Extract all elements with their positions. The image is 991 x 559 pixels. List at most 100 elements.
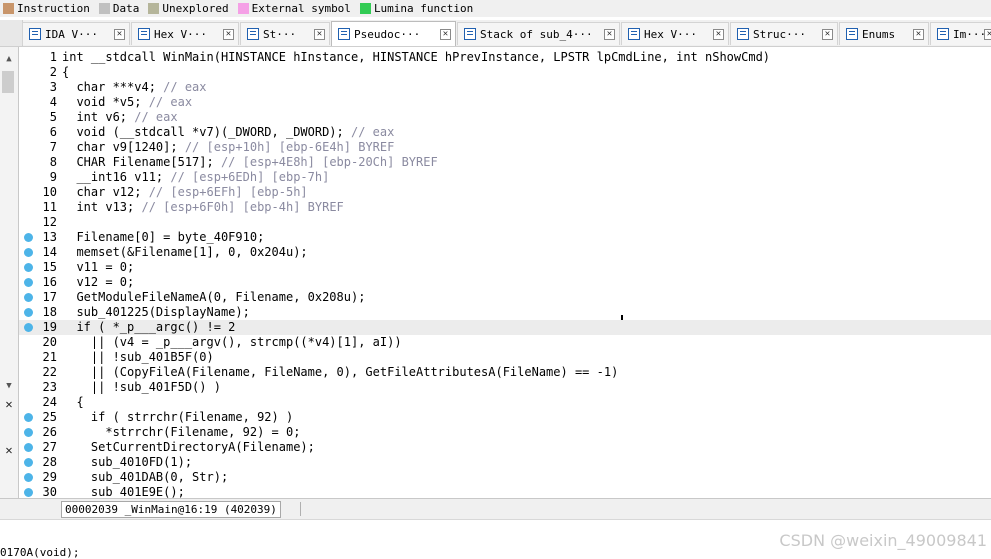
code-line[interactable]: 9 __int16 v11; // [esp+6EDh] [ebp-7h]: [19, 170, 991, 185]
code-text: char v12; // [esp+6EFh] [ebp-5h]: [62, 185, 308, 199]
code-line[interactable]: 18 sub_401225(DisplayName);: [19, 305, 991, 320]
tab-close-icon[interactable]: ✕: [713, 28, 724, 40]
code-line[interactable]: 16 v12 = 0;: [19, 275, 991, 290]
line-number: 10: [42, 185, 57, 199]
code-line[interactable]: 21 || !sub_401B5F(0): [19, 350, 991, 365]
code-line[interactable]: 12: [19, 215, 991, 230]
tab-pseudocode[interactable]: Pseudoc··· ✕: [331, 21, 456, 46]
tab-hex-view[interactable]: Hex V··· ✕: [131, 22, 239, 45]
tab-close-icon[interactable]: ✕: [822, 28, 833, 40]
tab-close-icon[interactable]: ✕: [114, 28, 125, 40]
breakpoint-dot-icon[interactable]: [24, 233, 33, 242]
tab-label: Struc···: [753, 27, 806, 41]
line-number: 30: [42, 485, 57, 498]
code-line[interactable]: 15 v11 = 0;: [19, 260, 991, 275]
tab-stack[interactable]: Stack of sub_4··· ✕: [457, 22, 620, 45]
line-number: 12: [42, 215, 57, 229]
tab-imports[interactable]: Im···✕: [930, 22, 991, 45]
tab-structures[interactable]: Struc··· ✕: [730, 22, 838, 45]
code-text: v11 = 0;: [62, 260, 135, 274]
line-number: 6: [49, 125, 57, 139]
breakpoint-dot-icon[interactable]: [24, 413, 33, 422]
tab-label: Enums: [862, 27, 896, 41]
panel-close-icon[interactable]: ✕: [2, 397, 16, 411]
code-text: || !sub_401B5F(0): [62, 350, 214, 364]
code-line[interactable]: 3 char ***v4; // eax: [19, 80, 991, 95]
line-number: 22: [42, 365, 57, 379]
line-number: 15: [42, 260, 57, 274]
code-text: {: [62, 65, 70, 79]
tab-label: Pseudoc···: [354, 27, 421, 41]
tab-close-icon[interactable]: ✕: [913, 28, 924, 40]
tab-strings[interactable]: St··· ✕: [240, 22, 330, 45]
line-number: 14: [42, 245, 57, 259]
tab-close-icon[interactable]: ✕: [604, 28, 615, 40]
tab-enums[interactable]: Enums ✕: [839, 22, 929, 45]
breakpoint-dot-icon[interactable]: [24, 278, 33, 287]
code-line[interactable]: 30 sub_401E9E();: [19, 485, 991, 498]
code-line[interactable]: 11 int v13; // [esp+6F0h] [ebp-4h] BYREF: [19, 200, 991, 215]
tab-ida-view[interactable]: IDA V··· ✕: [22, 22, 130, 45]
breakpoint-dot-icon[interactable]: [24, 248, 33, 257]
code-text: sub_401225(DisplayName);: [62, 305, 250, 319]
code-line[interactable]: 4 void *v5; // eax: [19, 95, 991, 110]
code-text: GetModuleFileNameA(0, Filename, 0x208u);: [62, 290, 366, 304]
code-line[interactable]: 17 GetModuleFileNameA(0, Filename, 0x208…: [19, 290, 991, 305]
scroll-up-arrow-icon[interactable]: ▲: [3, 53, 15, 65]
code-line[interactable]: 29 sub_401DAB(0, Str);: [19, 470, 991, 485]
breakpoint-dot-icon[interactable]: [24, 443, 33, 452]
code-line[interactable]: 5 int v6; // eax: [19, 110, 991, 125]
output-text: 0170A(void);: [0, 546, 80, 559]
code-text: || (v4 = _p___argv(), strcmp((*v4)[1], a…: [62, 335, 402, 349]
code-line[interactable]: 8 CHAR Filename[517]; // [esp+4E8h] [ebp…: [19, 155, 991, 170]
tab-close-icon[interactable]: ✕: [314, 28, 325, 40]
tab-bar: IDA V··· ✕ Hex V··· ✕ St··· ✕ Pseudoc··· ✕ Stack…: [0, 20, 991, 47]
breakpoint-dot-icon[interactable]: [24, 488, 33, 497]
pseudocode-editor[interactable]: 1 int __stdcall WinMain(HINSTANCE hInstan…: [19, 47, 991, 498]
code-text: char v9[1240]; // [esp+10h] [ebp-6E4h] B…: [62, 140, 395, 154]
code-line[interactable]: 19 if ( *_p___argc() != 2: [19, 320, 991, 335]
line-number: 19: [42, 320, 57, 334]
breakpoint-dot-icon[interactable]: [24, 308, 33, 317]
code-line[interactable]: 7 char v9[1240]; // [esp+10h] [ebp-6E4h]…: [19, 140, 991, 155]
code-line[interactable]: 25 if ( strrchr(Filename, 92) ): [19, 410, 991, 425]
code-line[interactable]: 24 {: [19, 395, 991, 410]
code-line[interactable]: 27 SetCurrentDirectoryA(Filename);: [19, 440, 991, 455]
line-number: 16: [42, 275, 57, 289]
breakpoint-dot-icon[interactable]: [24, 458, 33, 467]
tab-hex-view[interactable]: Hex V··· ✕: [621, 22, 729, 45]
code-line[interactable]: 2{: [19, 65, 991, 80]
code-line[interactable]: 1 int __stdcall WinMain(HINSTANCE hInstan…: [19, 50, 991, 65]
tab-close-icon[interactable]: ✕: [223, 28, 234, 40]
code-line[interactable]: 10 char v12; // [esp+6EFh] [ebp-5h]: [19, 185, 991, 200]
code-line[interactable]: 13 Filename[0] = byte_40F910;: [19, 230, 991, 245]
code-text: __int16 v11; // [esp+6EDh] [ebp-7h]: [62, 170, 330, 184]
scroll-down-arrow-icon[interactable]: ▼: [3, 380, 15, 392]
breakpoint-dot-icon[interactable]: [24, 323, 33, 332]
breakpoint-dot-icon[interactable]: [24, 428, 33, 437]
code-line[interactable]: 14 memset(&Filename[1], 0, 0x204u);: [19, 245, 991, 260]
line-number: 9: [49, 170, 57, 184]
code-text: sub_401DAB(0, Str);: [62, 470, 229, 484]
code-text: char ***v4; // eax: [62, 80, 207, 94]
code-line[interactable]: 26 *strrchr(Filename, 92) = 0;: [19, 425, 991, 440]
code-line[interactable]: 28 sub_4010FD(1);: [19, 455, 991, 470]
code-line[interactable]: 22 || (CopyFileA(Filename, FileName, 0),…: [19, 365, 991, 380]
breakpoint-dot-icon[interactable]: [24, 473, 33, 482]
breakpoint-dot-icon[interactable]: [24, 293, 33, 302]
breakpoint-dot-icon[interactable]: [24, 263, 33, 272]
code-text: memset(&Filename[1], 0, 0x204u);: [62, 245, 308, 259]
code-line[interactable]: 20 || (v4 = _p___argv(), strcmp((*v4)[1]…: [19, 335, 991, 350]
code-text: void *v5; // eax: [62, 95, 193, 109]
code-text: sub_4010FD(1);: [62, 455, 193, 469]
legend-swatch: [3, 3, 14, 14]
code-line[interactable]: 6 void (__stdcall *v7)(_DWORD, _DWORD); …: [19, 125, 991, 140]
code-line[interactable]: 23 || !sub_401F5D() ): [19, 380, 991, 395]
line-number: 13: [42, 230, 57, 244]
scrollbar-thumb[interactable]: [2, 71, 14, 93]
tab-close-icon[interactable]: ✕: [984, 28, 991, 40]
tab-close-icon[interactable]: ✕: [440, 28, 451, 40]
tab-label: Im···: [953, 27, 984, 41]
panel-close-icon[interactable]: ✕: [2, 443, 16, 457]
legend-label: Lumina function: [373, 2, 474, 15]
